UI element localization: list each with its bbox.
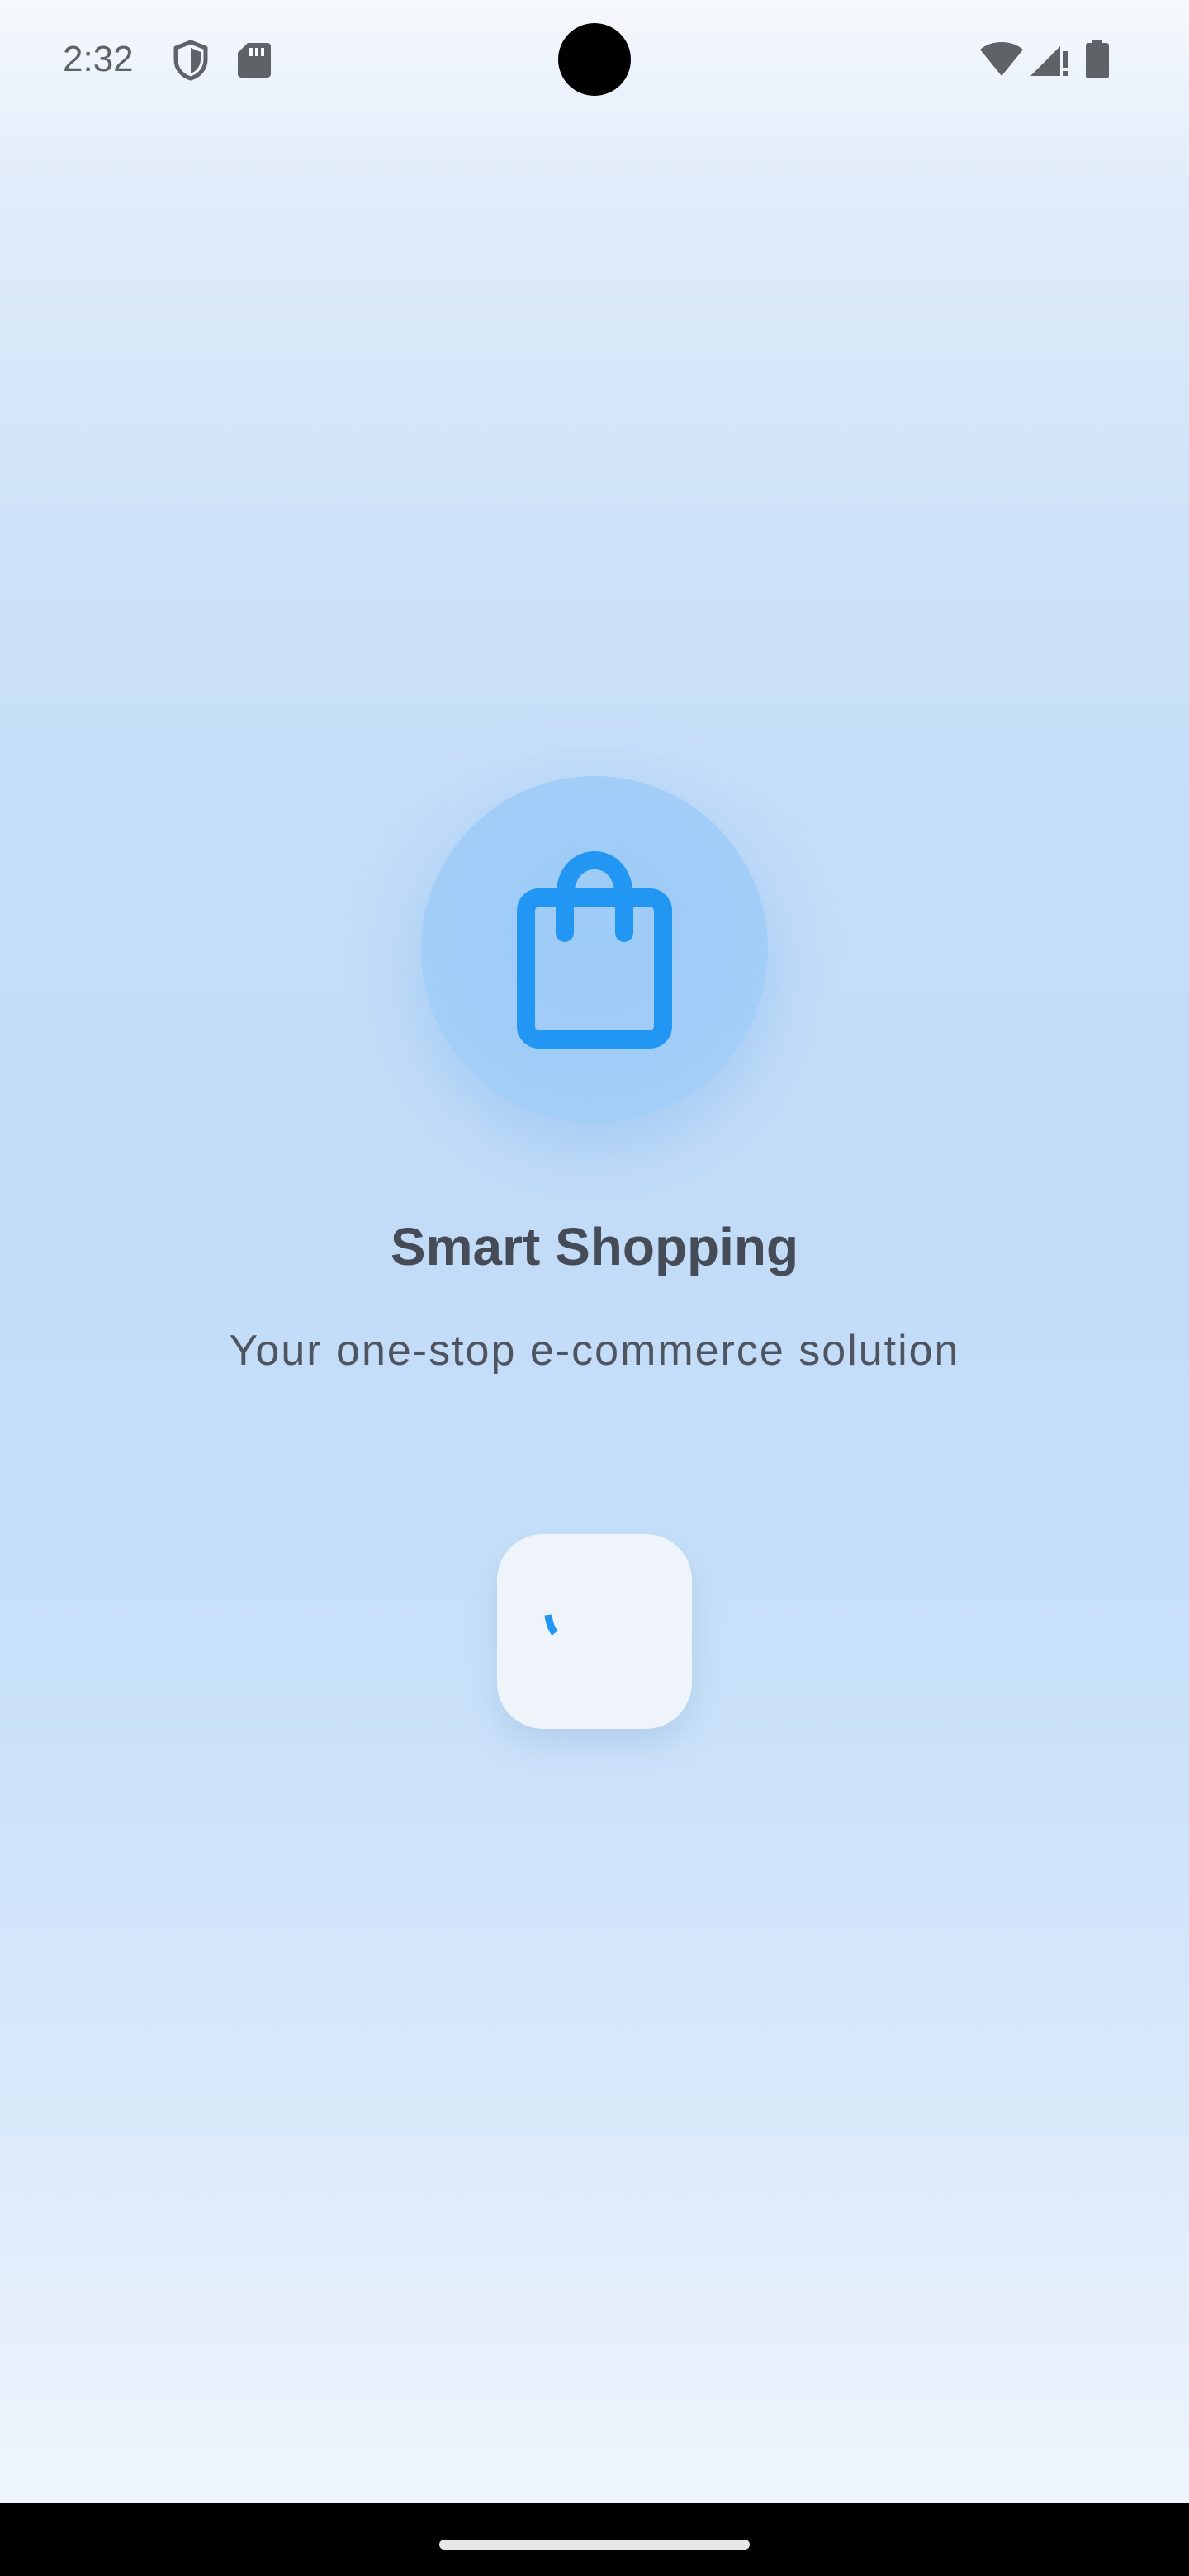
status-bar: 2:32 — [0, 0, 1189, 119]
status-time: 2:32 — [63, 39, 134, 79]
sdcard-icon — [238, 43, 271, 78]
home-indicator[interactable] — [439, 2540, 750, 2550]
app-subtitle: Your one-stop e-commerce solution — [229, 1327, 960, 1375]
signal-icon — [1030, 46, 1068, 76]
wifi-icon — [980, 42, 1023, 76]
camera-cutout — [558, 23, 631, 96]
shield-icon — [173, 40, 208, 81]
navigation-bar — [0, 2503, 1189, 2576]
app-title: Smart Shopping — [390, 1217, 799, 1276]
spinner-icon — [544, 1614, 558, 1636]
shopping-bag-icon — [517, 850, 672, 1049]
loader-card — [497, 1534, 692, 1729]
battery-icon — [1086, 40, 1109, 78]
